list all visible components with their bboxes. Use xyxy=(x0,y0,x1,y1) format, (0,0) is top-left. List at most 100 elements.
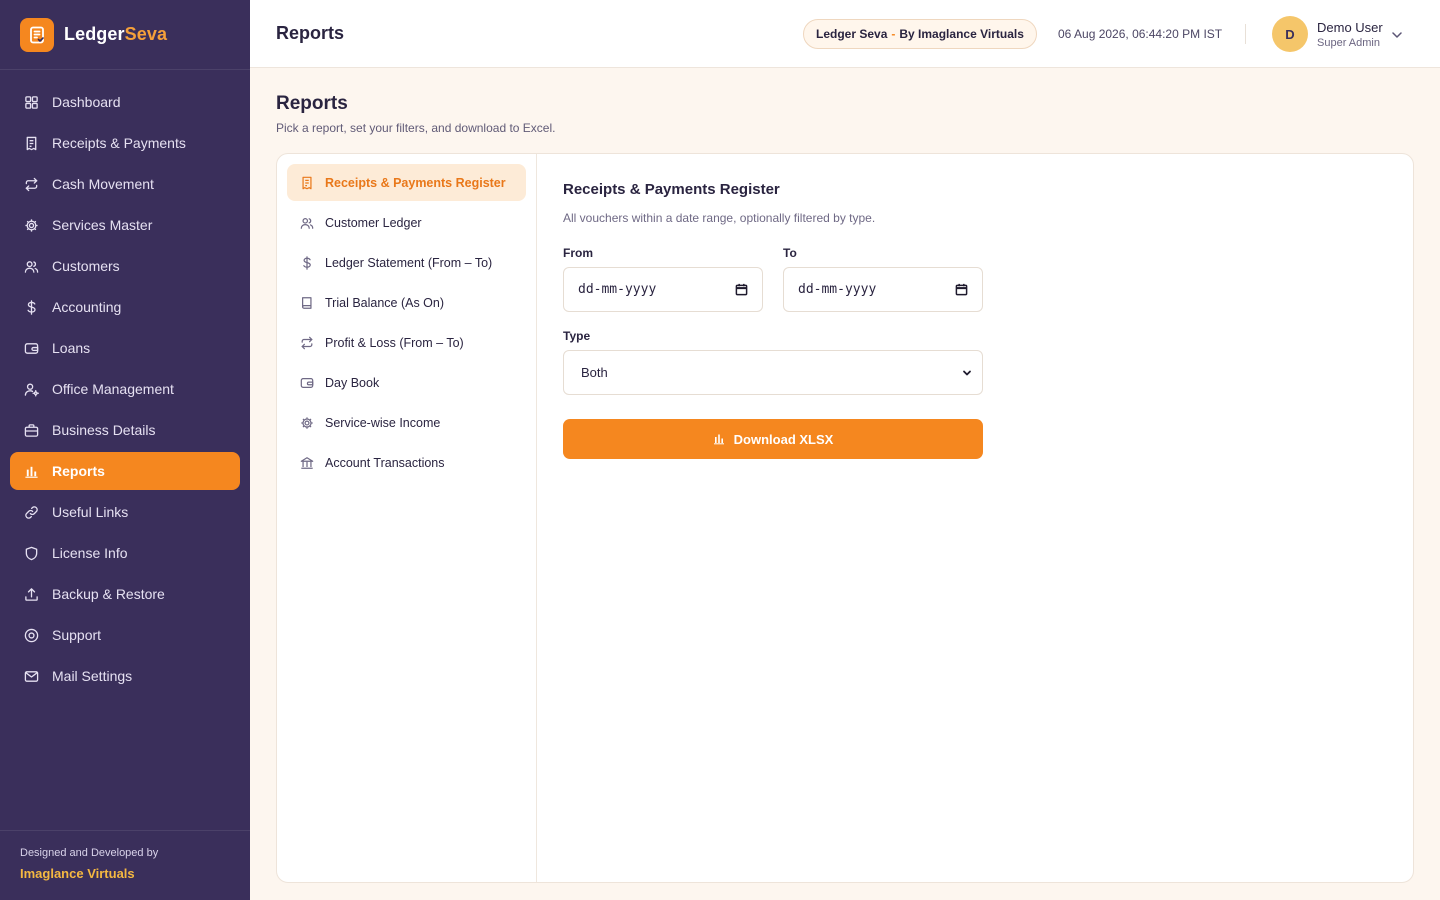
report-list: Receipts & Payments Register Customer Le… xyxy=(277,154,537,882)
sidebar-item-mail-settings[interactable]: Mail Settings xyxy=(10,657,240,695)
from-date-placeholder: dd-mm-yyyy xyxy=(578,282,657,297)
sidebar-item-label: Support xyxy=(52,627,102,643)
to-label: To xyxy=(783,246,797,260)
help-circle-icon xyxy=(24,628,39,642)
sidebar-item-label: Services Master xyxy=(52,217,153,233)
brand-name: LedgerSeva xyxy=(64,24,167,45)
report-form: Receipts & Payments Register All voucher… xyxy=(563,181,993,459)
sidebar-item-useful-links[interactable]: Useful Links xyxy=(10,493,240,531)
chevron-down-icon xyxy=(963,370,971,375)
from-label: From xyxy=(563,246,593,260)
user-cog-icon xyxy=(24,382,39,397)
report-item-trial-balance[interactable]: Trial Balance (As On) xyxy=(287,284,526,321)
to-field: To dd-mm-yyyy xyxy=(783,246,983,312)
brand-pill: Ledger Seva - By Imaglance Virtuals xyxy=(803,19,1037,49)
receipt-icon xyxy=(26,136,37,150)
sidebar-item-receipts-payments[interactable]: Receipts & Payments xyxy=(10,124,240,162)
report-item-service-wise-income[interactable]: Service-wise Income xyxy=(287,404,526,441)
sidebar-item-label: Accounting xyxy=(52,299,122,315)
user-role: Super Admin xyxy=(1317,37,1380,49)
sidebar-item-label: Reports xyxy=(52,463,105,479)
download-xlsx-button[interactable]: Download XLSX xyxy=(563,419,983,459)
briefcase-icon xyxy=(24,423,39,437)
link-icon xyxy=(25,505,38,519)
book-icon xyxy=(302,296,312,309)
gear-icon xyxy=(25,218,38,232)
sidebar-item-label: Mail Settings xyxy=(52,668,133,684)
users-icon xyxy=(24,260,39,273)
repeat-icon xyxy=(301,336,313,349)
sidebar-item-support[interactable]: Support xyxy=(10,616,240,654)
report-item-label: Customer Ledger xyxy=(325,215,422,230)
sidebar-item-office-management[interactable]: Office Management xyxy=(10,370,240,408)
users-icon xyxy=(300,217,314,229)
report-item-label: Profit & Loss (From – To) xyxy=(325,335,464,350)
sidebar-item-label: Useful Links xyxy=(52,504,129,520)
brand[interactable]: LedgerSeva xyxy=(0,0,250,70)
sidebar-item-label: Receipts & Payments xyxy=(52,135,186,151)
sidebar-item-loans[interactable]: Loans xyxy=(10,329,240,367)
current-datetime: 06 Aug 2026, 06:44:20 PM IST xyxy=(1058,27,1223,41)
receipt-icon xyxy=(302,176,312,189)
sidebar-item-label: Office Management xyxy=(52,381,174,397)
form-title: Receipts & Payments Register xyxy=(563,181,780,198)
sidebar-footer: Designed and Developed by Imaglance Virt… xyxy=(0,830,250,900)
calendar-icon[interactable] xyxy=(955,283,968,296)
sidebar: LedgerSeva Dashboard Receipts & Payments… xyxy=(0,0,250,900)
brand-name-accent: Seva xyxy=(124,24,168,44)
from-date-input[interactable]: dd-mm-yyyy xyxy=(563,267,763,312)
topbar: Reports Ledger Seva - By Imaglance Virtu… xyxy=(250,0,1440,68)
brand-pill-company: By Imaglance Virtuals xyxy=(899,27,1024,41)
report-item-receipts-payments-register[interactable]: Receipts & Payments Register xyxy=(287,164,526,201)
sidebar-item-accounting[interactable]: Accounting xyxy=(10,288,240,326)
sidebar-item-backup-restore[interactable]: Backup & Restore xyxy=(10,575,240,613)
date-range-row: From dd-mm-yyyy To dd-mm-yyyy xyxy=(563,246,993,312)
from-field: From dd-mm-yyyy xyxy=(563,246,763,312)
gear-icon xyxy=(301,416,313,429)
report-item-profit-loss[interactable]: Profit & Loss (From – To) xyxy=(287,324,526,361)
ledger-logo-icon xyxy=(20,17,54,52)
report-item-ledger-statement[interactable]: Ledger Statement (From – To) xyxy=(287,244,526,281)
report-item-label: Receipts & Payments Register xyxy=(325,175,506,190)
sidebar-item-customers[interactable]: Customers xyxy=(10,247,240,285)
bank-icon xyxy=(300,456,314,469)
report-item-customer-ledger[interactable]: Customer Ledger xyxy=(287,204,526,241)
sidebar-item-cash-movement[interactable]: Cash Movement xyxy=(10,165,240,203)
footer-company: Imaglance Virtuals xyxy=(20,866,135,881)
avatar[interactable]: D xyxy=(1272,16,1308,52)
report-item-account-transactions[interactable]: Account Transactions xyxy=(287,444,526,481)
chevron-down-icon[interactable] xyxy=(1390,28,1404,42)
sidebar-item-label: Cash Movement xyxy=(52,176,154,192)
user-name[interactable]: Demo User xyxy=(1317,20,1383,35)
sidebar-item-label: Customers xyxy=(52,258,120,274)
shield-icon xyxy=(25,546,38,560)
bar-chart-icon xyxy=(25,466,38,478)
report-item-label: Trial Balance (As On) xyxy=(325,295,445,310)
topbar-title: Reports xyxy=(276,23,345,43)
dollar-icon xyxy=(27,299,36,315)
bar-chart-icon xyxy=(713,434,724,445)
sidebar-item-dashboard[interactable]: Dashboard xyxy=(10,83,240,121)
brand-pill-separator: - xyxy=(891,27,896,41)
sidebar-item-business-details[interactable]: Business Details xyxy=(10,411,240,449)
footer-caption: Designed and Developed by xyxy=(20,847,159,859)
type-select-value: Both xyxy=(581,365,608,380)
report-item-label: Account Transactions xyxy=(325,455,445,470)
report-item-label: Day Book xyxy=(325,375,380,390)
form-description: All vouchers within a date range, option… xyxy=(563,211,876,225)
wallet-icon xyxy=(300,377,314,388)
report-item-label: Ledger Statement (From – To) xyxy=(325,255,493,270)
calendar-icon[interactable] xyxy=(735,283,748,296)
sidebar-item-license-info[interactable]: License Info xyxy=(10,534,240,572)
dollar-icon xyxy=(303,255,311,270)
type-select[interactable]: Both xyxy=(563,350,983,395)
sidebar-item-services-master[interactable]: Services Master xyxy=(10,206,240,244)
reports-card: Receipts & Payments Register Customer Le… xyxy=(276,153,1414,883)
to-date-input[interactable]: dd-mm-yyyy xyxy=(783,267,983,312)
sidebar-item-label: Business Details xyxy=(52,422,156,438)
brand-pill-product: Ledger Seva xyxy=(816,27,888,41)
sidebar-item-reports[interactable]: Reports xyxy=(10,452,240,490)
sidebar-item-label: Backup & Restore xyxy=(52,586,165,602)
sidebar-item-label: Loans xyxy=(52,340,91,356)
report-item-day-book[interactable]: Day Book xyxy=(287,364,526,401)
